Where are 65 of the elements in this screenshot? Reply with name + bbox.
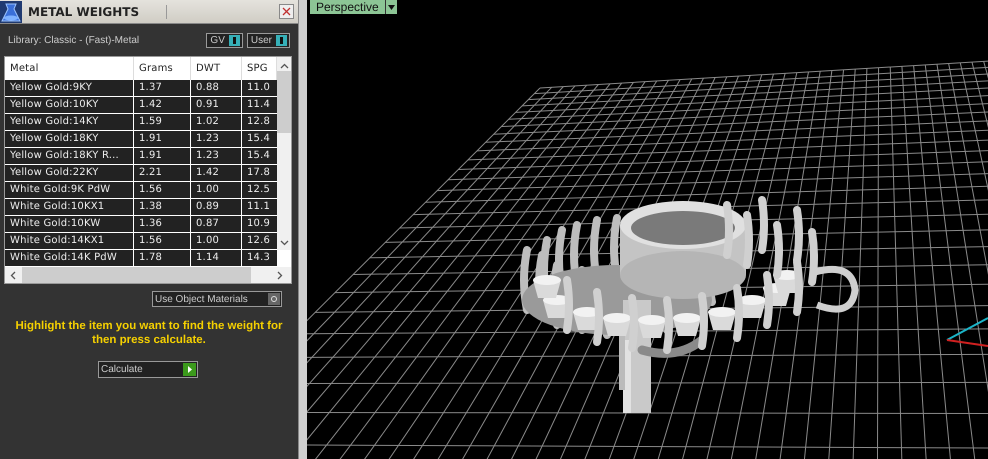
table-cell: 1.56 [134,182,191,198]
table-cell: Yellow Gold:10KY [5,97,134,113]
table-cell: White Gold:14KX1 [5,233,134,249]
table-cell: Yellow Gold:9KY [5,80,134,96]
table-cell: 1.02 [191,114,242,130]
table-cell-text: 12.8 [246,115,272,129]
table-cell-text: 10.9 [246,217,272,231]
table-cell: 1.91 [134,148,191,164]
flask-icon [0,0,22,22]
toggle-button[interactable]: GV [206,32,243,48]
table-cell: Yellow Gold:14KY [5,114,134,130]
table-cell-text: 11.0 [246,81,272,95]
table-cell: 1.91 [134,131,191,147]
table-cell: 1.37 [134,80,191,96]
scroll-down-icon[interactable] [280,240,288,246]
table-cell: White Gold:14K PdW [5,250,134,266]
table-cell: 0.88 [191,80,242,96]
table-cell-text: 12.5 [246,183,272,197]
caret-icon [388,4,395,10]
close-button[interactable] [279,4,294,19]
view-tab[interactable]: Perspective [310,0,385,14]
table-cell: Yellow Gold:22KY [5,165,134,181]
table-cell: 1.56 [134,233,191,249]
scroll-up-icon[interactable] [280,63,288,69]
table-cell: 1.42 [191,165,242,181]
table-cell-text: 17.8 [246,166,272,180]
table-cell: Yellow Gold:18KY [5,131,134,147]
table-cell: 1.00 [191,182,242,198]
table-cell: White Gold:10KX1 [5,199,134,215]
table-cell-text: 15.4 [246,149,272,163]
table-cell: 0.91 [191,97,242,113]
table-cell-text: 14.3 [246,251,272,265]
table-cell: White Gold:10KW [5,216,134,232]
table-cell: 1.59 [134,114,191,130]
table-cell: 1.00 [191,233,242,249]
table-cell-text: 11.1 [246,200,272,214]
table-cell: 1.23 [191,131,242,147]
play-icon [183,363,196,376]
table-cell: 1.14 [191,250,242,266]
close-icon [282,7,291,16]
table-cell-text: 15.4 [246,132,272,146]
view-dropdown-button[interactable] [384,0,397,14]
table-cell-text: 12.6 [246,234,272,248]
table-cell: Yellow Gold:18KY R... [5,148,134,164]
table-cell: 1.36 [134,216,191,232]
table-cell: 0.89 [191,199,242,215]
instruction-text: Highlight the item you want to find the weight for then press calculate. [14,319,284,347]
calculate-button[interactable]: Calculate [98,361,198,378]
scroll-thumb[interactable] [277,71,291,133]
table-cell: 1.38 [134,199,191,215]
scroll-left-icon[interactable] [10,270,16,280]
table-cell: 0.87 [191,216,242,232]
axis-drawing [946,317,988,347]
table-cell-text: 11.4 [246,98,272,112]
scroll-right-icon[interactable] [277,270,283,280]
table-cell: 1.78 [134,250,191,266]
toggle-button[interactable]: User [246,32,290,48]
library-label: Library: Classic - (Fast)-Metal [8,34,140,46]
panel-title: METAL WEIGHTS [22,4,167,18]
scroll-thumb[interactable] [22,267,251,283]
table-cell: White Gold:9K PdW [5,182,134,198]
table-cell: 1.23 [191,148,242,164]
table-cell: 1.42 [134,97,191,113]
table-cell: 2.21 [134,165,191,181]
use-object-materials-toggle[interactable]: Use Object Materials [152,291,282,307]
